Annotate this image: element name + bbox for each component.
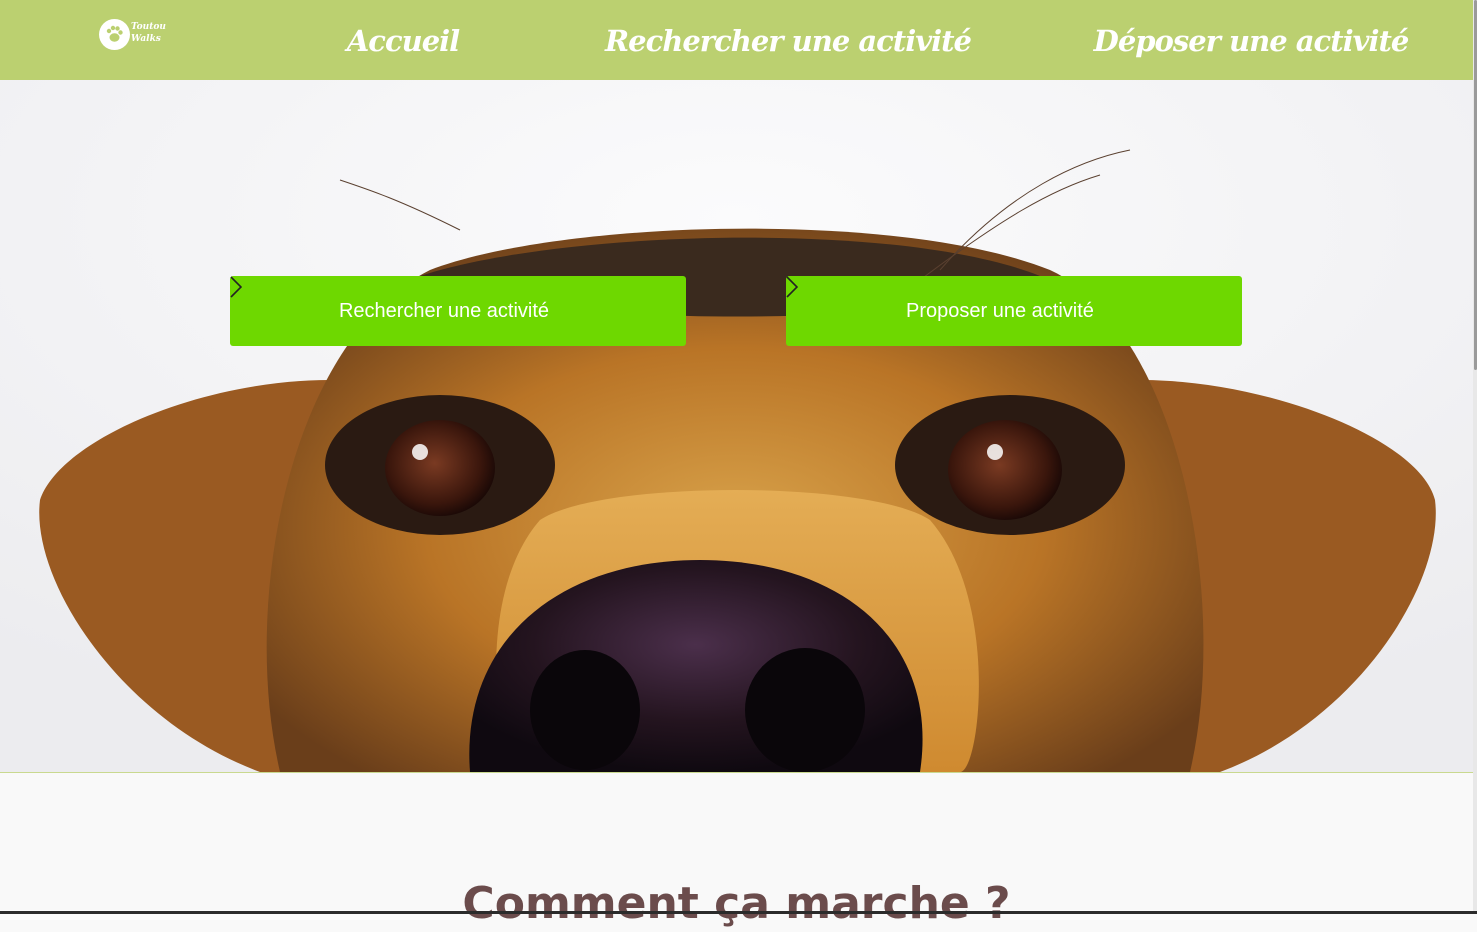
search-activity-label: Rechercher une activité xyxy=(338,299,550,322)
propose-activity-button[interactable]: Proposer une activité xyxy=(786,276,1242,346)
logo-text: Toutou Walks xyxy=(131,21,166,45)
chevron-right-icon xyxy=(230,276,577,322)
nav-link-post[interactable]: Déposer une activité xyxy=(1094,20,1410,62)
hero-banner: Rechercher une activité Proposer une act… xyxy=(0,80,1473,773)
propose-activity-label: Proposer une activité xyxy=(906,299,1094,322)
logo[interactable]: Toutou Walks xyxy=(99,19,166,51)
search-activity-button[interactable]: Rechercher une activité xyxy=(230,276,686,346)
chevron-right-icon xyxy=(786,276,1122,322)
navbar: Toutou Walks Accueil Rechercher une acti… xyxy=(0,0,1473,80)
logo-line2: Walks xyxy=(131,34,161,44)
dog-hero-image xyxy=(0,80,1473,772)
nav-link-home[interactable]: Accueil xyxy=(347,20,460,62)
paw-icon xyxy=(99,19,130,50)
how-it-works-title: Comment ça marche ? xyxy=(462,878,1011,929)
nav-link-search[interactable]: Rechercher une activité xyxy=(605,20,972,62)
logo-line1: Toutou xyxy=(131,22,166,32)
